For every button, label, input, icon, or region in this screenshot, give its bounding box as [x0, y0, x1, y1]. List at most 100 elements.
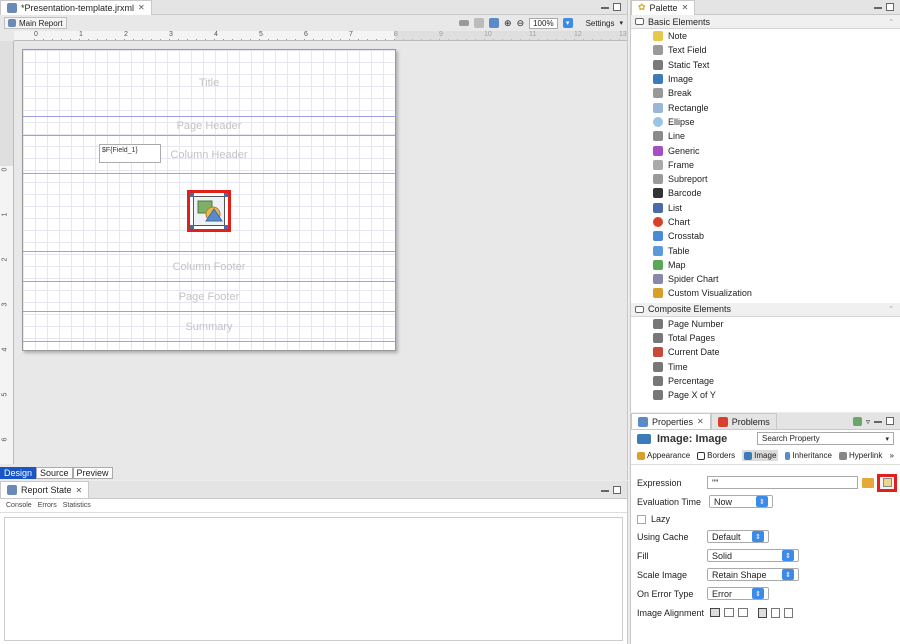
palette-item[interactable]: Current Date: [631, 345, 900, 359]
minimize-icon[interactable]: [601, 489, 609, 492]
palette-item[interactable]: Frame: [631, 158, 900, 172]
band-page-header[interactable]: Page Header: [23, 117, 395, 136]
minimize-icon[interactable]: [874, 420, 882, 423]
palette-item[interactable]: Subreport: [631, 172, 900, 186]
close-icon[interactable]: ✕: [76, 486, 83, 495]
folder-icon[interactable]: [862, 477, 874, 488]
palette-item[interactable]: Barcode: [631, 186, 900, 200]
using-cache-select[interactable]: Default ⇕: [707, 530, 769, 543]
on-error-type-select[interactable]: Error ⇕: [707, 587, 769, 600]
palette-item[interactable]: Table: [631, 243, 900, 257]
palette-item[interactable]: Ellipse: [631, 115, 900, 129]
palette-item[interactable]: Spider Chart: [631, 272, 900, 286]
evaluation-time-select[interactable]: Now ⇕: [709, 495, 773, 508]
minimize-icon[interactable]: [874, 7, 882, 9]
tab-design[interactable]: Design: [0, 467, 37, 479]
palette-item[interactable]: Generic: [631, 143, 900, 157]
palette-item[interactable]: Chart: [631, 215, 900, 229]
main-report-button[interactable]: Main Report: [4, 17, 67, 29]
align-bottom-icon[interactable]: [784, 607, 793, 618]
palette-item[interactable]: Rectangle: [631, 100, 900, 114]
tab-preview[interactable]: Preview: [72, 467, 113, 479]
expression-field[interactable]: "": [707, 476, 858, 489]
align-top-icon[interactable]: [758, 607, 767, 618]
tab-source[interactable]: Source: [36, 467, 73, 479]
tab-statistics[interactable]: Statistics: [63, 502, 91, 509]
palette-item[interactable]: Static Text: [631, 58, 900, 72]
align-middle-icon[interactable]: [771, 607, 780, 618]
tab-hyperlink[interactable]: Hyperlink: [839, 451, 882, 460]
palette-item[interactable]: Page X of Y: [631, 388, 900, 402]
palette-section-header[interactable]: Composite Elements ⌃: [631, 302, 900, 317]
expression-editor-button[interactable]: [877, 473, 897, 492]
palette-item[interactable]: Map: [631, 258, 900, 272]
palette-item[interactable]: Crosstab: [631, 229, 900, 243]
palette-tab[interactable]: ✿ Palette ✕: [631, 0, 696, 15]
tab-appearance[interactable]: Appearance: [637, 451, 690, 460]
band-column-header[interactable]: Column Header: [23, 136, 395, 174]
tab-console[interactable]: Console: [6, 502, 32, 509]
snap-icon[interactable]: [489, 18, 500, 28]
layout-icon[interactable]: [459, 20, 470, 26]
palette-item[interactable]: Time: [631, 360, 900, 374]
collapse-icon[interactable]: ⌃: [888, 18, 894, 26]
report-page[interactable]: Title Page Header Column Header Column F…: [22, 49, 396, 351]
tab-errors[interactable]: Errors: [38, 502, 57, 509]
search-property-input[interactable]: Search Property ▾: [757, 432, 894, 445]
zoom-in-icon[interactable]: ⊕: [504, 18, 512, 29]
chevron-down-icon[interactable]: ▾: [619, 19, 623, 27]
palette-item[interactable]: Note: [631, 29, 900, 43]
zoom-out-icon[interactable]: ⊖: [517, 18, 525, 29]
scale-image-select[interactable]: Retain Shape ⇕: [707, 568, 799, 581]
maximize-icon[interactable]: [613, 485, 621, 494]
palette-item[interactable]: Percentage: [631, 374, 900, 388]
view-menu-icon[interactable]: ▿: [866, 417, 870, 426]
list-icon: [653, 202, 663, 213]
zoom-value[interactable]: 100%: [529, 17, 558, 29]
palette-item[interactable]: Line: [631, 129, 900, 143]
band-column-footer[interactable]: Column Footer: [23, 252, 395, 282]
close-icon[interactable]: ✕: [682, 3, 689, 12]
align-left-icon[interactable]: [710, 608, 720, 617]
tab-borders[interactable]: Borders: [697, 451, 735, 460]
tab-image[interactable]: Image: [742, 450, 779, 461]
fill-select[interactable]: Solid ⇕: [707, 549, 799, 562]
maximize-icon[interactable]: [886, 416, 894, 425]
report-state-tab[interactable]: Report State ✕: [0, 481, 90, 498]
editor-tab[interactable]: *Presentation-template.jrxml ✕: [0, 0, 152, 15]
close-icon[interactable]: ✕: [697, 417, 704, 426]
band-title[interactable]: Title: [23, 50, 395, 117]
problems-tab[interactable]: Problems: [710, 413, 777, 429]
collapse-icon[interactable]: ⌃: [888, 305, 894, 313]
new-view-icon[interactable]: [852, 416, 862, 426]
band-summary[interactable]: Summary: [23, 312, 395, 342]
grid-icon[interactable]: [474, 18, 485, 28]
lazy-checkbox[interactable]: [637, 514, 646, 524]
design-canvas[interactable]: Title Page Header Column Header Column F…: [14, 41, 627, 464]
tab-inheritance[interactable]: Inheritance: [785, 451, 832, 460]
more-tabs-icon[interactable]: »: [890, 451, 894, 460]
align-right-icon[interactable]: [738, 608, 748, 617]
chevron-down-icon[interactable]: ▾: [885, 435, 889, 443]
maximize-icon[interactable]: [886, 3, 894, 11]
close-icon[interactable]: ✕: [138, 3, 145, 12]
maximize-icon[interactable]: [613, 3, 621, 11]
palette-item[interactable]: Page Number: [631, 317, 900, 331]
page-x-of-y-icon: [653, 390, 663, 401]
palette-section-header[interactable]: Basic Elements ⌃: [631, 15, 900, 29]
inheritance-icon: [785, 451, 791, 460]
settings-button[interactable]: Settings: [586, 19, 615, 28]
palette-item[interactable]: Image: [631, 72, 900, 86]
band-page-footer[interactable]: Page Footer: [23, 282, 395, 312]
palette-item[interactable]: Total Pages: [631, 331, 900, 345]
minimize-icon[interactable]: [601, 7, 609, 9]
zoom-dropdown-icon[interactable]: ▾: [562, 18, 573, 28]
palette-item[interactable]: Text Field: [631, 43, 900, 57]
selected-image-element[interactable]: [187, 190, 231, 232]
properties-tab[interactable]: Properties ✕: [631, 413, 711, 429]
palette-item[interactable]: Break: [631, 86, 900, 100]
field-element[interactable]: $F{Field_1}: [99, 144, 161, 163]
align-center-icon[interactable]: [724, 608, 734, 617]
palette-item[interactable]: Custom Visualization: [631, 286, 900, 300]
palette-item[interactable]: List: [631, 201, 900, 215]
